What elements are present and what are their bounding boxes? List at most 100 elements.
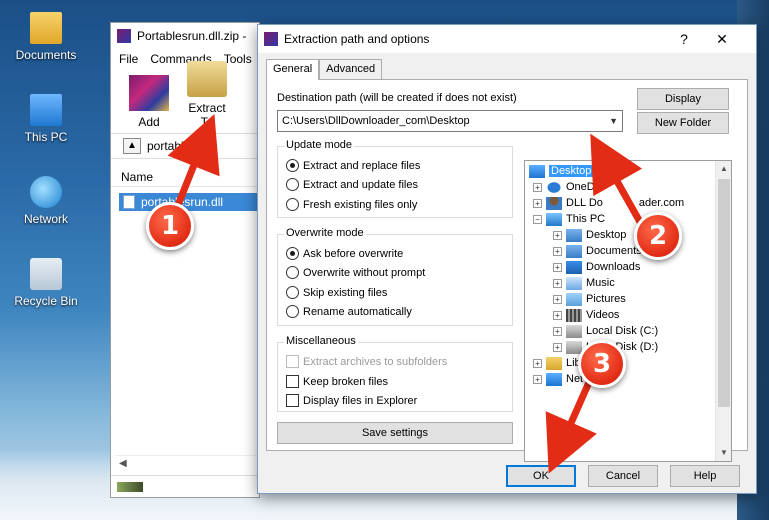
tab-advanced[interactable]: Advanced	[319, 59, 383, 79]
destination-path-input[interactable]: C:\Users\DllDownloader_com\Desktop ▼	[277, 110, 623, 132]
disk-icon	[566, 324, 582, 338]
expand-icon[interactable]: +	[553, 342, 562, 352]
folder-icon	[566, 228, 582, 242]
close-icon[interactable]: ✕	[710, 29, 734, 49]
cancel-button[interactable]: Cancel	[588, 465, 658, 487]
tree-item-music[interactable]: + Music	[553, 275, 615, 291]
update-mode-group: Update mode Extract and replace files Ex…	[277, 139, 513, 218]
library-icon	[546, 356, 562, 370]
winrar-path[interactable]: portablesru	[147, 139, 207, 153]
column-header-name[interactable]: Name	[111, 167, 259, 187]
tree-item-desktop[interactable]: + Desktop	[553, 227, 626, 243]
radio-ask-before[interactable]: Ask before overwrite	[286, 247, 403, 260]
update-mode-title: Update mode	[284, 139, 355, 151]
checkbox-icon	[286, 394, 299, 407]
save-settings-button[interactable]: Save settings	[277, 422, 513, 444]
tree-vertical-scrollbar[interactable]: ▲ ▼	[715, 161, 731, 461]
desktop-icon-network[interactable]: Network	[0, 176, 92, 226]
folder-tree[interactable]: Desktop + OneDr + DLL Do ader.com − This…	[524, 160, 732, 462]
option-label: Rename automatically	[303, 305, 412, 318]
radio-extract-update[interactable]: Extract and update files	[286, 178, 418, 191]
scroll-thumb[interactable]	[718, 179, 730, 407]
tree-item-network[interactable]: + Net	[533, 371, 583, 387]
expand-icon[interactable]: +	[553, 246, 562, 256]
tree-item-videos[interactable]: + Videos	[553, 307, 619, 323]
expand-icon[interactable]: +	[533, 198, 542, 208]
desktop-icon-label: Recycle Bin	[14, 294, 78, 308]
tree-item-label: Local Disk (C:)	[586, 325, 659, 337]
radio-icon	[286, 286, 299, 299]
computer-icon	[546, 212, 562, 226]
winrar-status-bar	[111, 475, 259, 497]
option-label: Skip existing files	[303, 286, 388, 299]
tree-item-pictures[interactable]: + Pictures	[553, 291, 626, 307]
expand-icon[interactable]: +	[553, 294, 562, 304]
extract-to-label: Extract To	[188, 101, 226, 129]
winrar-app-icon	[117, 29, 131, 43]
chevron-down-icon[interactable]: ▼	[609, 111, 618, 131]
new-folder-button[interactable]: New Folder	[637, 112, 729, 134]
dialog-title-bar[interactable]: Extraction path and options ? ✕	[258, 25, 756, 53]
miscellaneous-title: Miscellaneous	[284, 335, 358, 347]
onedrive-icon	[546, 180, 562, 194]
checkbox-extract-subfolders: Extract archives to subfolders	[286, 355, 447, 368]
expand-icon[interactable]: +	[533, 358, 542, 368]
tree-item-dll-downloader[interactable]: + DLL Do ader.com	[533, 195, 684, 211]
checkbox-display-explorer[interactable]: Display files in Explorer	[286, 394, 417, 407]
desktop-icon-documents[interactable]: Documents	[0, 12, 92, 62]
tree-item-downloads[interactable]: + Downloads	[553, 259, 640, 275]
radio-fresh-existing[interactable]: Fresh existing files only	[286, 198, 417, 211]
tree-item-label: DLL Do	[566, 197, 603, 209]
winrar-title-bar[interactable]: Portablesrun.dll.zip -	[111, 23, 259, 49]
expand-icon[interactable]: +	[553, 326, 562, 336]
user-folder-icon	[546, 196, 562, 210]
tab-general[interactable]: General	[266, 59, 320, 80]
expand-icon[interactable]: +	[553, 230, 562, 240]
expand-icon[interactable]: +	[533, 182, 542, 192]
ok-button[interactable]: OK	[506, 465, 576, 487]
scroll-left-icon[interactable]: ◀	[119, 458, 127, 469]
tree-item-label: Videos	[586, 309, 620, 321]
desktop-icon-this-pc[interactable]: This PC	[0, 94, 92, 144]
help-icon[interactable]: ?	[672, 29, 696, 49]
collapse-icon[interactable]: −	[533, 214, 542, 224]
expand-icon[interactable]: +	[553, 310, 562, 320]
desktop-icon-recycle-bin[interactable]: Recycle Bin	[0, 258, 92, 308]
scroll-up-icon[interactable]: ▲	[716, 161, 731, 177]
radio-skip-existing[interactable]: Skip existing files	[286, 286, 387, 299]
tree-item-label: Desktop	[586, 229, 627, 241]
help-button[interactable]: Help	[670, 465, 740, 487]
radio-icon	[286, 305, 299, 318]
radio-extract-replace[interactable]: Extract and replace files	[286, 159, 420, 172]
winrar-window: Portablesrun.dll.zip - File Commands Too…	[110, 22, 260, 498]
file-row[interactable]: portablesrun.dll	[119, 193, 259, 211]
extract-to-button[interactable]: Extract To	[181, 61, 233, 129]
disk-icon	[566, 340, 582, 354]
expand-icon[interactable]: +	[553, 278, 562, 288]
expand-icon[interactable]: +	[533, 374, 542, 384]
option-label: Extract and update files	[303, 178, 418, 191]
add-button[interactable]: Add	[123, 75, 175, 129]
menu-file[interactable]: File	[119, 52, 138, 66]
horizontal-scrollbar[interactable]: ◀	[115, 455, 259, 471]
winrar-title: Portablesrun.dll.zip -	[137, 29, 247, 43]
up-folder-button[interactable]: ▲	[123, 138, 141, 154]
radio-rename-automatically[interactable]: Rename automatically	[286, 305, 412, 318]
scroll-down-icon[interactable]: ▼	[716, 445, 731, 461]
tree-item-documents[interactable]: + Documents	[553, 243, 642, 259]
tree-item-onedrive[interactable]: + OneDr	[533, 179, 598, 195]
option-label: Extract archives to subfolders	[303, 355, 448, 368]
tree-item-label: Downloads	[586, 261, 641, 273]
option-label: Extract and replace files	[303, 159, 421, 172]
radio-overwrite-without-prompt[interactable]: Overwrite without prompt	[286, 266, 425, 279]
display-button[interactable]: Display	[637, 88, 729, 110]
tree-item-this-pc[interactable]: − This PC	[533, 211, 605, 227]
tree-item-local-disk-c[interactable]: + Local Disk (C:)	[553, 323, 658, 339]
recycle-bin-icon	[30, 258, 62, 290]
expand-icon[interactable]: +	[553, 262, 562, 272]
checkbox-keep-broken[interactable]: Keep broken files	[286, 375, 388, 388]
miscellaneous-group: Miscellaneous Extract archives to subfol…	[277, 335, 513, 412]
radio-icon	[286, 178, 299, 191]
tree-item-desktop-root[interactable]: Desktop	[529, 163, 594, 179]
tree-item-label: This PC	[566, 213, 606, 225]
